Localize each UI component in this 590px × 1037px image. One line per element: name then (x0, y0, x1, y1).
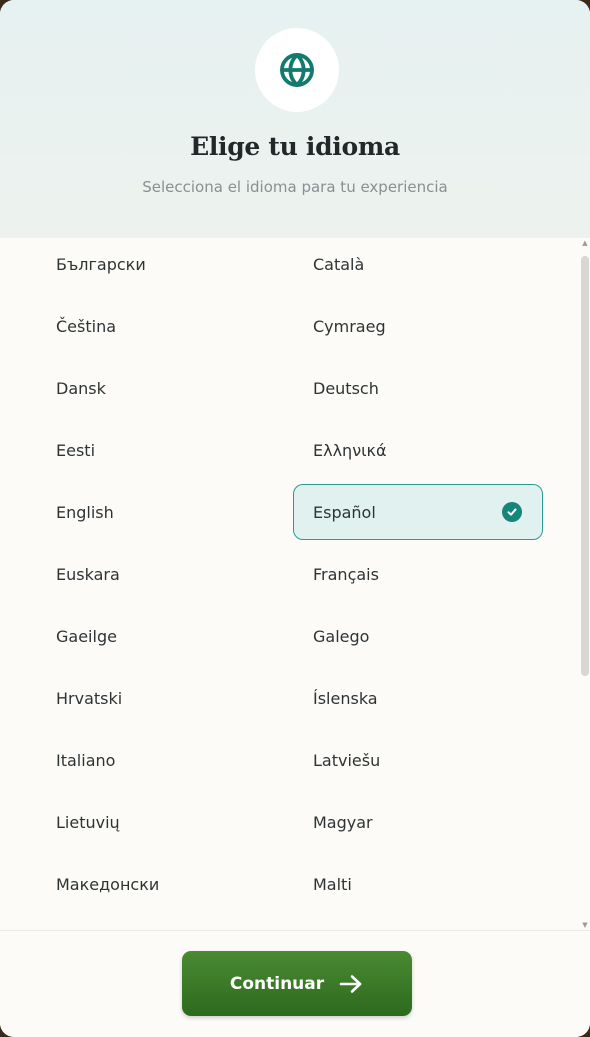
language-option[interactable]: Čeština (40, 298, 290, 354)
language-option-label: Français (313, 564, 379, 584)
modal-header: Elige tu idioma Selecciona el idioma par… (0, 0, 590, 238)
language-option[interactable]: Gaeilge (40, 608, 290, 664)
language-modal: Elige tu idioma Selecciona el idioma par… (0, 0, 590, 1037)
language-option[interactable]: Deutsch (293, 360, 543, 416)
language-option[interactable]: Македонски (40, 856, 290, 912)
language-option-label: Deutsch (313, 378, 379, 398)
language-option[interactable]: Italiano (40, 732, 290, 788)
language-option-label: Euskara (56, 564, 120, 584)
language-option-label: Íslenska (313, 688, 378, 708)
scroll-up-arrow-icon[interactable]: ▲ (582, 240, 588, 247)
language-list[interactable]: Български Čeština Dansk Eesti English Euskara… (0, 238, 590, 930)
language-option-label: English (56, 502, 114, 522)
language-option-label: Català (313, 254, 365, 274)
language-option-label: Magyar (313, 812, 373, 832)
language-option-label: Български (56, 254, 146, 274)
globe-badge (255, 28, 339, 112)
globe-icon (280, 53, 314, 87)
language-option-label: Gaeilge (56, 626, 117, 646)
continue-button[interactable]: Continuar (182, 951, 412, 1016)
scrollbar-thumb[interactable] (581, 256, 589, 676)
language-option[interactable]: Íslenska (293, 670, 543, 726)
language-option[interactable]: Euskara (40, 546, 290, 602)
language-option-label: Galego (313, 626, 370, 646)
language-option[interactable]: English (40, 484, 290, 540)
language-option-label: Cymraeg (313, 316, 386, 336)
modal-footer: Continuar (0, 930, 590, 1037)
page-subtitle: Selecciona el idioma para tu experiencia (142, 178, 448, 196)
language-option[interactable]: Lietuvių (40, 794, 290, 850)
language-option[interactable]: Hrvatski (40, 670, 290, 726)
language-option-label: Dansk (56, 378, 106, 398)
language-option[interactable]: Magyar (293, 794, 543, 850)
language-option-label: Ελληνικά (313, 440, 387, 460)
language-option-selected[interactable]: Español (293, 484, 543, 540)
language-option-label: Malti (313, 874, 352, 894)
language-option[interactable]: Eesti (40, 422, 290, 478)
language-option[interactable]: Български (40, 238, 290, 292)
language-option-label: Македонски (56, 874, 160, 894)
language-option[interactable]: Cymraeg (293, 298, 543, 354)
arrow-right-icon (339, 974, 362, 993)
language-option[interactable]: Latviešu (293, 732, 543, 788)
language-option-label: Español (313, 502, 376, 522)
language-option[interactable]: Français (293, 546, 543, 602)
language-option[interactable]: Català (293, 238, 543, 292)
language-option[interactable]: Dansk (40, 360, 290, 416)
language-option[interactable]: Ελληνικά (293, 422, 543, 478)
language-option[interactable]: Malti (293, 856, 543, 912)
language-option[interactable]: Galego (293, 608, 543, 664)
language-option-label: Eesti (56, 440, 96, 460)
language-option-label: Čeština (56, 316, 117, 336)
scroll-down-arrow-icon[interactable]: ▼ (582, 922, 588, 929)
language-option-label: Italiano (56, 750, 116, 770)
continue-button-label: Continuar (229, 973, 325, 994)
check-circle-icon (502, 502, 522, 522)
language-option-label: Lietuvių (56, 812, 120, 832)
language-option-label: Hrvatski (56, 688, 123, 708)
language-option-label: Latviešu (313, 750, 381, 770)
page-title: Elige tu idioma (190, 132, 400, 161)
